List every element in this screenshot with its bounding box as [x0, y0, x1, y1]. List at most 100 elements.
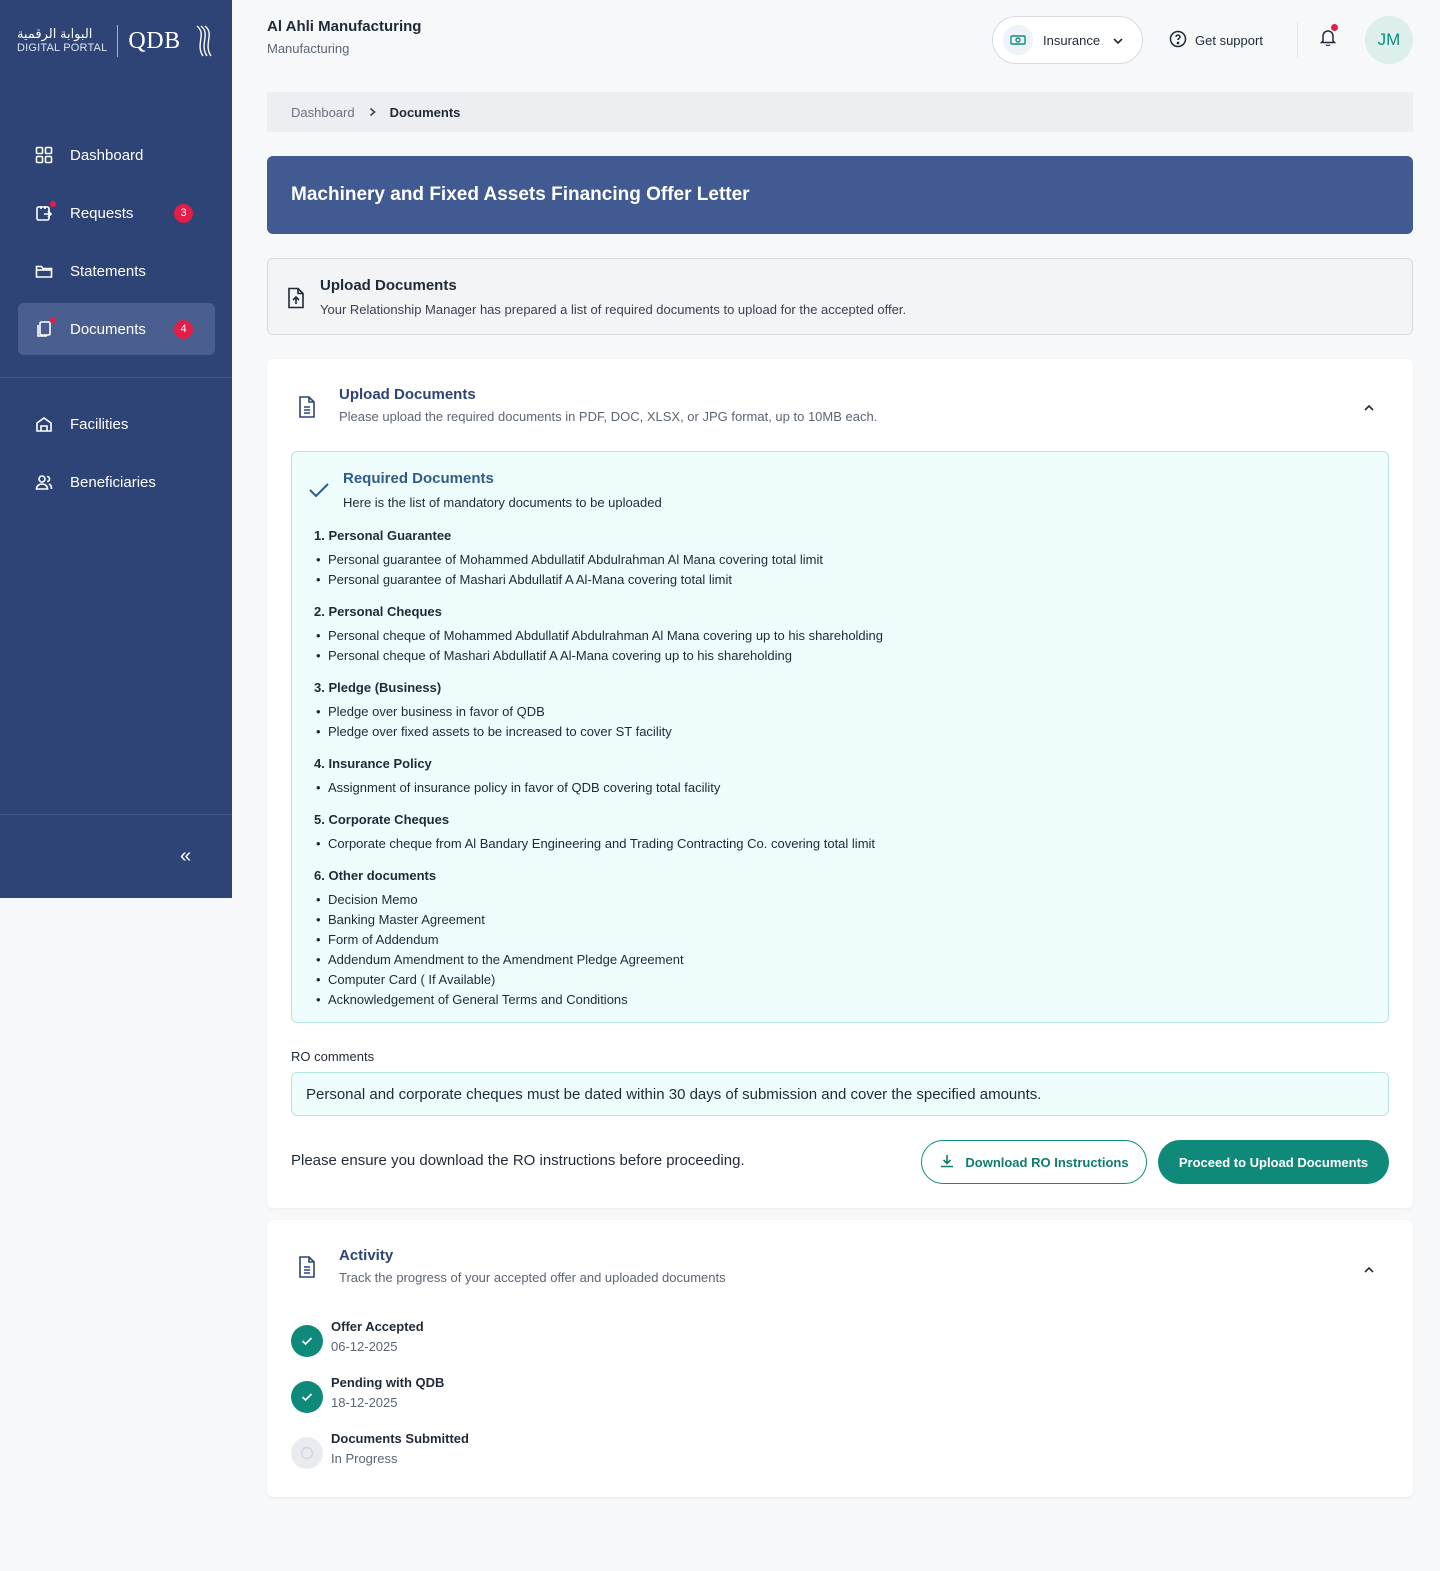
group-title: 2. Personal Cheques: [314, 604, 442, 619]
list-item: Personal guarantee of Mashari Abdullatif…: [314, 570, 1354, 590]
sidebar-item-beneficiaries[interactable]: Beneficiaries: [18, 456, 215, 508]
sidebar-item-label: Beneficiaries: [70, 473, 156, 491]
info-title: Upload Documents: [320, 277, 457, 294]
activity-step-label: Offer Accepted: [331, 1319, 424, 1334]
avatar[interactable]: JM: [1365, 16, 1413, 64]
document-icon: [297, 1255, 317, 1284]
sidebar-item-statements[interactable]: Statements: [18, 245, 215, 297]
sidebar-item-label: Facilities: [70, 415, 129, 433]
sidebar-item-label: Dashboard: [70, 146, 144, 164]
list-item: Computer Card ( If Available): [314, 970, 1354, 990]
activity-subtitle: Track the progress of your accepted offe…: [339, 1270, 726, 1285]
check-icon: [308, 482, 330, 503]
breadcrumb-current: Documents: [389, 104, 461, 120]
header-divider: [1297, 22, 1298, 58]
get-support-label: Get support: [1195, 33, 1263, 48]
qdb-logo[interactable]: البوابة الرقمية DIGITAL PORTAL QDB: [17, 22, 217, 60]
product-select[interactable]: Insurance: [992, 16, 1143, 64]
list-item: Pledge over business in favor of QDB: [314, 702, 1354, 722]
activity-step-label: Pending with QDB: [331, 1375, 445, 1390]
upload-documents-card: Upload Documents Please upload the requi…: [267, 359, 1413, 1208]
notification-dot: [1331, 24, 1338, 31]
chevron-up-icon[interactable]: [1363, 399, 1375, 417]
list-item: Corporate cheque from Al Bandary Enginee…: [314, 834, 1354, 854]
sidebar-item-label: Statements: [70, 262, 146, 280]
logo-portal-text: DIGITAL PORTAL: [17, 42, 108, 54]
proceed-upload-button[interactable]: Proceed to Upload Documents: [1158, 1140, 1389, 1184]
facilities-icon: [34, 414, 54, 434]
money-icon: [1003, 25, 1033, 55]
requests-icon: [34, 201, 56, 223]
sidebar-item-requests[interactable]: Requests 3: [18, 187, 215, 239]
logo-wave-icon: [196, 25, 212, 57]
list-item: Personal guarantee of Mohammed Abdullati…: [314, 550, 1354, 570]
activity-step-status: In Progress: [331, 1451, 398, 1466]
pending-circle-icon: [291, 1437, 323, 1469]
download-button-label: Download RO Instructions: [965, 1154, 1129, 1170]
product-select-value: Insurance: [1043, 32, 1101, 48]
beneficiaries-icon: [34, 472, 54, 492]
notification-dot: [50, 201, 56, 207]
list-item: Assignment of insurance policy in favor …: [314, 778, 1354, 798]
breadcrumb-dashboard[interactable]: Dashboard: [291, 105, 355, 120]
count-badge: 3: [174, 203, 193, 223]
sidebar-item-label: Documents: [70, 320, 146, 338]
check-circle-icon: [291, 1381, 323, 1413]
upload-card-subtitle: Please upload the required documents in …: [339, 409, 878, 424]
ro-comments-label: RO comments: [291, 1049, 375, 1064]
download-ro-instructions-button[interactable]: Download RO Instructions: [921, 1140, 1147, 1184]
check-circle-icon: [291, 1325, 323, 1357]
activity-card: Activity Track the progress of your acce…: [267, 1220, 1413, 1497]
sidebar: البوابة الرقمية DIGITAL PORTAL QDB Dashb…: [0, 0, 232, 898]
notifications-button[interactable]: [1319, 24, 1338, 51]
help-icon: [1169, 30, 1187, 51]
document-group: 1. Personal Guarantee Personal guarantee…: [314, 526, 1354, 590]
grid-icon: [34, 145, 54, 165]
download-icon: [939, 1153, 955, 1172]
document-group: 4. Insurance Policy Assignment of insura…: [314, 754, 1354, 798]
activity-step-date: 18-12-2025: [331, 1395, 398, 1410]
documents-icon: [34, 317, 56, 339]
sidebar-divider: [0, 377, 232, 378]
document-group: 6. Other documents Decision Memo Banking…: [314, 866, 1354, 1010]
info-text: Your Relationship Manager has prepared a…: [320, 302, 907, 317]
logo-divider: [117, 25, 119, 57]
list-item: Personal cheque of Mohammed Abdullatif A…: [314, 626, 1354, 646]
logo-qdb-text: QDB: [128, 27, 181, 54]
upload-info-box: Upload Documents Your Relationship Manag…: [267, 258, 1413, 335]
document-group: 5. Corporate Cheques Corporate cheque fr…: [314, 810, 1354, 854]
group-title: 6. Other documents: [314, 868, 437, 883]
list-item: Personal cheque of Mashari Abdullatif A …: [314, 646, 1354, 666]
sidebar-item-dashboard[interactable]: Dashboard: [18, 129, 215, 181]
get-support-button[interactable]: Get support: [1169, 30, 1263, 51]
document-icon: [297, 395, 317, 424]
activity-step-label: Documents Submitted: [331, 1431, 469, 1446]
ro-comments-field: Personal and corporate cheques must be d…: [291, 1072, 1389, 1116]
group-title: 5. Corporate Cheques: [314, 812, 450, 827]
company-name: Al Ahli Manufacturing: [267, 18, 422, 35]
chevron-up-icon[interactable]: [1363, 1261, 1375, 1279]
required-documents-box: Required Documents Here is the list of m…: [291, 451, 1389, 1023]
sidebar-item-facilities[interactable]: Facilities: [18, 398, 215, 450]
folder-icon: [34, 261, 54, 281]
chevron-down-icon: [1112, 33, 1124, 48]
activity-title: Activity: [339, 1247, 394, 1264]
group-title: 3. Pledge (Business): [314, 680, 442, 695]
sidebar-divider: [0, 814, 232, 815]
group-title: 1. Personal Guarantee: [314, 528, 452, 543]
collapse-sidebar-icon[interactable]: «: [180, 845, 191, 868]
chevron-right-icon: [369, 105, 376, 120]
list-item: Form of Addendum: [314, 930, 1354, 950]
list-item: Decision Memo: [314, 890, 1354, 910]
group-title: 4. Insurance Policy: [314, 756, 432, 771]
page-title: Machinery and Fixed Assets Financing Off…: [267, 156, 1413, 234]
file-upload-icon: [286, 287, 306, 314]
sidebar-item-documents[interactable]: Documents 4: [18, 303, 215, 355]
company-info: Al Ahli Manufacturing Manufacturing: [267, 18, 421, 56]
required-documents-title: Required Documents: [343, 470, 494, 487]
list-item: Pledge over fixed assets to be increased…: [314, 722, 1354, 742]
count-badge: 4: [174, 319, 193, 339]
logo-arabic-text: البوابة الرقمية: [17, 26, 93, 41]
required-documents-subtitle: Here is the list of mandatory documents …: [343, 495, 662, 510]
upload-card-title: Upload Documents: [339, 386, 476, 403]
